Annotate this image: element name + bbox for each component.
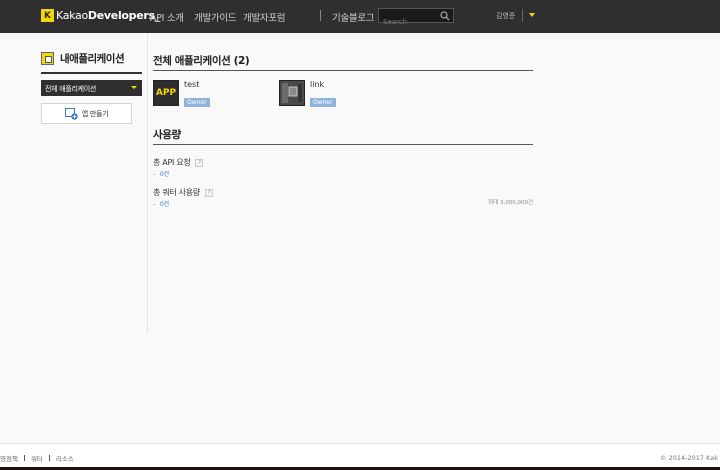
footer-link-policy[interactable]: 영정책 bbox=[0, 453, 18, 463]
app-image-icon bbox=[280, 81, 304, 105]
create-app-button[interactable]: 앱 만들기 bbox=[41, 103, 132, 124]
kakao-k-icon: K bbox=[41, 9, 54, 22]
nav-api-intro[interactable]: API 소개 bbox=[150, 10, 184, 24]
sidebar: 내애플리케이션 전체 애플리케이션 앱 만들기 bbox=[0, 33, 148, 333]
usage-label-text: 총 API 요청 bbox=[153, 158, 191, 167]
footer-link-twitter[interactable]: 워터 bbox=[31, 453, 43, 463]
app-filter-select[interactable]: 전체 애플리케이션 bbox=[41, 80, 142, 96]
app-name: link bbox=[310, 80, 325, 89]
user-divider bbox=[522, 9, 523, 22]
sidebar-title-text: 내애플리케이션 bbox=[60, 53, 125, 65]
app-thumbnail bbox=[279, 80, 305, 106]
footer-divider bbox=[48, 455, 50, 461]
apps-section-title: 전체 애플리케이션 (2) bbox=[153, 55, 250, 67]
user-name[interactable]: 김영준 bbox=[496, 11, 515, 21]
search-box bbox=[378, 8, 454, 29]
app-card-link[interactable]: link Owner bbox=[279, 80, 336, 108]
footer-link-resources[interactable]: 리소스 bbox=[56, 453, 74, 463]
search-input[interactable] bbox=[379, 15, 439, 29]
usage-quota-label: 총 쿼터 사용량 ? bbox=[153, 187, 213, 198]
app-card-test[interactable]: APP test Owner bbox=[153, 80, 210, 108]
owner-badge: Owner bbox=[184, 98, 210, 107]
usage-quota-value: -0건 bbox=[153, 199, 169, 208]
app-name: test bbox=[184, 80, 200, 89]
usage-dash: - bbox=[153, 171, 155, 178]
usage-section-rule bbox=[153, 144, 533, 145]
usage-dash: - bbox=[153, 201, 155, 208]
copyright: © 2014-2017 Kak bbox=[660, 454, 718, 462]
chevron-down-icon bbox=[131, 86, 137, 89]
footer: 영정책 워터 리소스 © 2014-2017 Kak bbox=[0, 443, 720, 470]
usage-api-requests-label: 총 API 요청 ? bbox=[153, 157, 204, 168]
logo-text: KakaoDevelopers_ bbox=[56, 9, 160, 22]
usage-quota-max: 최대 3,000,000건 bbox=[488, 200, 533, 206]
footer-divider bbox=[23, 455, 25, 461]
help-icon[interactable]: ? bbox=[195, 158, 204, 167]
app-info: link Owner bbox=[310, 80, 336, 108]
footer-links: 영정책 워터 리소스 bbox=[0, 453, 74, 463]
nav-divider bbox=[320, 10, 321, 21]
help-icon[interactable]: ? bbox=[204, 188, 213, 197]
search-icon[interactable] bbox=[440, 11, 450, 21]
apps-section-rule bbox=[153, 70, 533, 71]
create-app-label: 앱 만들기 bbox=[81, 109, 109, 118]
my-apps-icon bbox=[41, 52, 54, 65]
sidebar-rule bbox=[41, 72, 142, 74]
nav-tech-blog[interactable]: 기술블로그 bbox=[332, 10, 375, 24]
usage-label-text: 총 쿼터 사용량 bbox=[153, 188, 200, 197]
app-thumbnail: APP bbox=[153, 80, 179, 106]
nav-dev-guide[interactable]: 개발가이드 bbox=[194, 10, 237, 24]
app-filter-selected: 전체 애플리케이션 bbox=[45, 85, 97, 93]
usage-value-text: 0건 bbox=[159, 201, 169, 208]
usage-value-text: 0건 bbox=[159, 171, 169, 178]
app-info: test Owner bbox=[184, 80, 210, 108]
top-navbar: K KakaoDevelopers_ API 소개 개발가이드 개발자포럼 기술… bbox=[0, 0, 720, 33]
nav-dev-forum[interactable]: 개발자포럼 bbox=[243, 10, 286, 24]
sidebar-title: 내애플리케이션 bbox=[41, 51, 125, 66]
usage-section-title: 사용량 bbox=[153, 129, 181, 141]
add-app-icon bbox=[64, 107, 78, 120]
kakao-developers-logo[interactable]: K KakaoDevelopers_ bbox=[41, 9, 160, 22]
owner-badge: Owner bbox=[310, 98, 336, 107]
user-menu-caret-icon[interactable] bbox=[529, 13, 535, 17]
usage-api-requests-value: -0건 bbox=[153, 169, 169, 178]
